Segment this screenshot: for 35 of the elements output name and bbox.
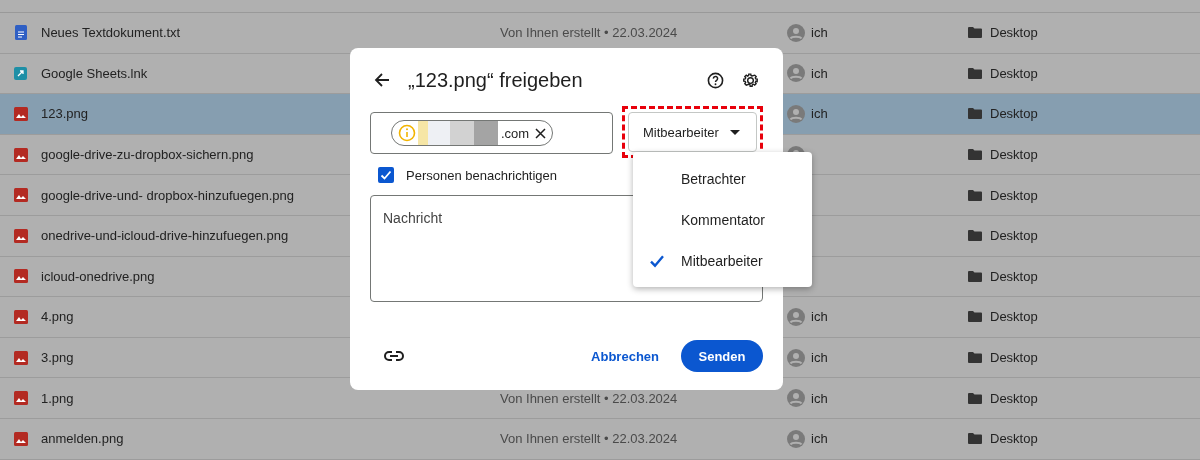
file-name: anmelden.png — [41, 431, 124, 447]
file-name: 1.png — [41, 390, 74, 406]
file-owner: ich — [811, 431, 828, 447]
file-name: onedrive-und-icloud-drive-hinzufuegen.png — [41, 228, 289, 244]
file-location: Desktop — [990, 390, 1038, 406]
file-location: Desktop — [990, 431, 1038, 447]
file-name: Google Sheets.lnk — [41, 65, 148, 81]
file-name: 4.png — [41, 309, 74, 325]
file-location: Desktop — [990, 228, 1038, 244]
file-name: Neues Textdokument.txt — [41, 25, 181, 41]
file-location: Desktop — [990, 268, 1038, 284]
file-owner: ich — [811, 350, 828, 366]
recipient-email: .com — [501, 125, 530, 141]
file-name: icloud-onedrive.png — [41, 268, 155, 284]
file-location: Desktop — [990, 65, 1038, 81]
file-name: 3.png — [41, 350, 74, 366]
file-location: Desktop — [990, 106, 1038, 122]
file-owner: ich — [811, 65, 828, 81]
file-created: Von Ihnen erstellt • 22.03.2024 — [500, 25, 678, 41]
file-owner: ich — [811, 390, 828, 406]
file-owner: ich — [811, 106, 828, 122]
file-location: Desktop — [990, 309, 1038, 325]
file-name: 123.png — [41, 106, 88, 122]
file-owner: ich — [811, 25, 828, 41]
file-created: Von Ihnen erstellt • 22.03.2024 — [500, 431, 678, 447]
file-name: google-drive-zu-dropbox-sichern.png — [41, 147, 254, 163]
file-owner: ich — [811, 309, 828, 325]
file-location: Desktop — [990, 187, 1038, 203]
file-location: Desktop — [990, 147, 1038, 163]
file-location: Desktop — [990, 350, 1038, 366]
file-name: google-drive-und- dropbox-hinzufuegen.png — [41, 187, 294, 203]
dialog-title: „123.png“ freigeben — [408, 68, 584, 92]
notify-label: Personen benachrichtigen — [406, 167, 558, 183]
file-created: Von Ihnen erstellt • 22.03.2024 — [500, 390, 678, 406]
file-location: Desktop — [990, 25, 1038, 41]
